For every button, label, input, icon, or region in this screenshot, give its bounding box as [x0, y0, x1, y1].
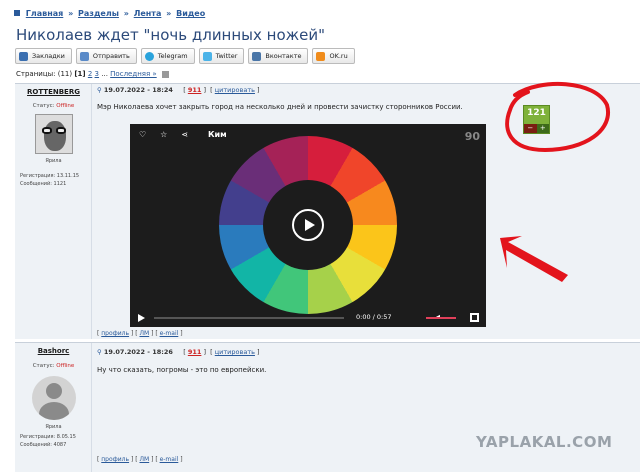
post-text: Ну что сказать, погромы - это по европей…: [97, 366, 267, 374]
profile-link[interactable]: профиль: [101, 456, 129, 463]
post: Bashorc Статус: Offline Ярила Регистраци…: [15, 342, 640, 472]
post-author-column: Bashorc Статус: Offline Ярила Регистраци…: [15, 343, 92, 472]
author-rank: Ярила: [45, 424, 62, 430]
post-footer: [ профиль ] [ ЛМ ] [ e-mail ]: [97, 456, 183, 463]
post-link-icon[interactable]: ⚲: [97, 348, 102, 356]
email-link[interactable]: e-mail: [160, 456, 179, 463]
site-watermark: YAPLAKAL.COM: [476, 433, 613, 451]
author-status: Статус: Offline: [32, 363, 75, 369]
author-registration: Регистрация: 8.05.15: [20, 434, 76, 440]
annotation-circle: [505, 81, 611, 153]
post-date: 19.07.2022 - 18:26: [103, 348, 173, 356]
annotation-arrow: [500, 236, 568, 282]
author-messages: Сообщений: 4087: [20, 442, 67, 448]
quote-link[interactable]: цитировать: [215, 348, 255, 356]
post-number[interactable]: 911: [188, 348, 202, 356]
avatar[interactable]: [32, 376, 76, 420]
pm-link[interactable]: ЛМ: [139, 456, 149, 463]
author-name[interactable]: Bashorc: [15, 347, 92, 355]
post-header: ⚲ 19.07.2022 - 18:26 [ 911 ] [ цитироват…: [97, 348, 260, 356]
